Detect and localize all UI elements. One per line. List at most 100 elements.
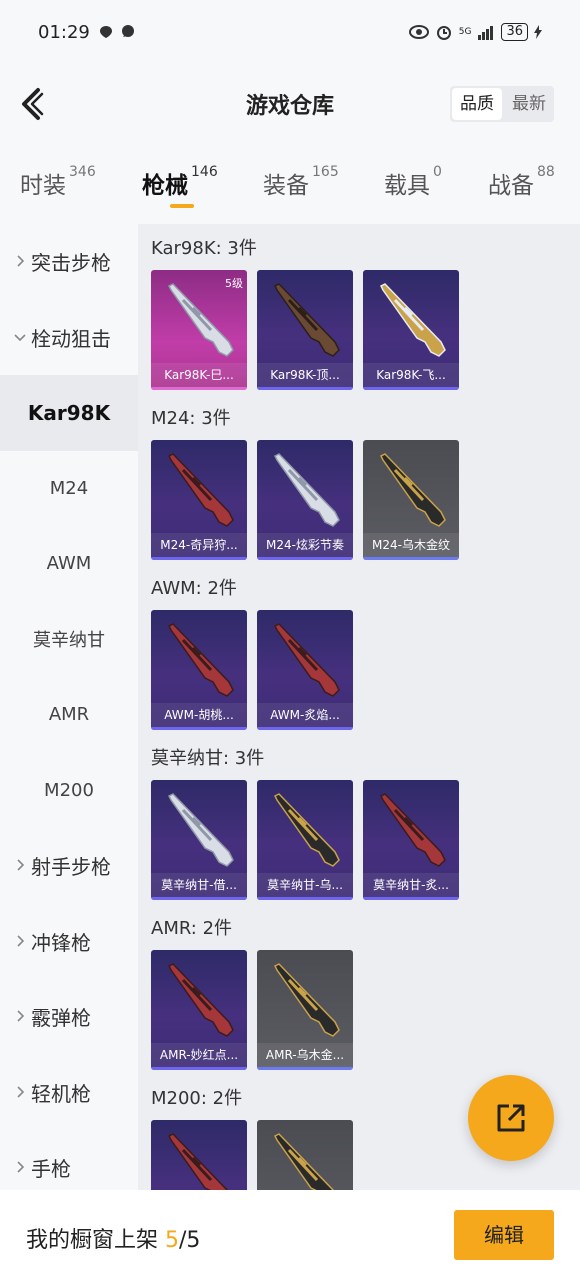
skin-name: M24-乌木金纹 (363, 533, 459, 557)
skin-name: 莫辛纳甘-乌... (257, 873, 353, 897)
skin-name: AWM-胡桃... (151, 703, 247, 727)
group-title: AWM: 2件 (151, 578, 237, 599)
skin-name: AMR-妙红点... (151, 1043, 247, 1067)
chevron-right-icon (14, 856, 26, 875)
sidebar-item[interactable]: 轻机枪 (0, 1055, 138, 1131)
skin-card[interactable]: AWM-炙焰... (257, 610, 353, 730)
sidebar-item[interactable]: 栓动狙击 (0, 300, 138, 376)
skin-name: 莫辛纳甘-借... (151, 873, 247, 897)
sidebar-item-label: 射手步枪 (31, 855, 111, 880)
rifle-icon (269, 450, 345, 530)
rarity-bar (257, 387, 353, 390)
group-title: Kar98K: 3件 (151, 238, 257, 259)
skin-group: AWM: 2件 AWM-胡桃... AWM-炙焰... (138, 564, 580, 730)
category-tabs: 时装346 枪械146 装备165 载具0 战备88 (0, 144, 580, 224)
sidebar-item[interactable]: 手枪 (0, 1130, 138, 1190)
skin-card[interactable]: 5级 Kar98K-巳... (151, 270, 247, 390)
skin-name: 莫辛纳甘-炙... (363, 873, 459, 897)
rifle-icon (375, 450, 451, 530)
skin-card[interactable]: 莫辛纳甘-乌... (257, 780, 353, 900)
tab-battle-gear[interactable]: 战备88 (488, 164, 555, 200)
sort-toggle: 品质 最新 (450, 86, 554, 122)
level-badge: 5级 (225, 277, 243, 290)
skin-card[interactable]: M24-乌木金纹 (363, 440, 459, 560)
chevron-right-icon (14, 1007, 26, 1026)
rifle-icon (163, 280, 239, 360)
shield-heart-icon (99, 26, 112, 38)
rifle-icon (163, 1130, 239, 1190)
rifle-icon (163, 960, 239, 1040)
sort-quality-button[interactable]: 品质 (452, 88, 502, 120)
sidebar-item[interactable]: M24 (0, 451, 138, 527)
tab-count: 165 (312, 164, 339, 180)
rifle-icon (269, 280, 345, 360)
sidebar-item[interactable]: 冲锋枪 (0, 904, 138, 980)
tab-vehicles[interactable]: 载具0 (384, 164, 442, 200)
card-row: AWM-胡桃... AWM-炙焰... (151, 610, 580, 730)
rifle-icon (163, 620, 239, 700)
skin-card[interactable]: Kar98K-飞... (363, 270, 459, 390)
skin-name: M24-炫彩节奏 (257, 533, 353, 557)
chevron-down-icon (14, 328, 26, 347)
skin-card[interactable]: 莫辛纳甘-借... (151, 780, 247, 900)
rifle-icon (269, 620, 345, 700)
rarity-bar (257, 1067, 353, 1070)
tab-equipment[interactable]: 装备165 (263, 164, 339, 200)
sort-newest-button[interactable]: 最新 (504, 86, 554, 122)
sidebar-item[interactable]: 射手步枪 (0, 828, 138, 904)
rarity-bar (363, 897, 459, 900)
sidebar-item[interactable]: AMR (0, 677, 138, 753)
tab-fashion[interactable]: 时装346 (20, 164, 96, 200)
skin-card[interactable]: M24-炫彩节奏 (257, 440, 353, 560)
skin-card[interactable]: AWM-胡桃... (151, 610, 247, 730)
sidebar-item-label: 轻机枪 (31, 1081, 91, 1106)
card-row: 5级 Kar98K-巳... Kar98K-顶... Kar98K-飞... (151, 270, 580, 390)
sidebar-item[interactable]: M200 (0, 753, 138, 829)
signal-icon (478, 26, 494, 40)
sidebar-item-label: 冲锋枪 (31, 930, 91, 955)
skin-name: AWM-炙焰... (257, 703, 353, 727)
rarity-bar (151, 897, 247, 900)
chevron-right-icon (14, 1083, 26, 1102)
tab-firearms[interactable]: 枪械146 (142, 164, 218, 200)
skin-card[interactable]: 莫辛纳甘-炙... (363, 780, 459, 900)
chevron-right-icon (14, 932, 26, 951)
rifle-icon (163, 790, 239, 870)
skin-card[interactable] (151, 1120, 247, 1190)
card-row: M24-奇异狩... M24-炫彩节奏 M24-乌木金纹 (151, 440, 580, 560)
sidebar-item[interactable]: 莫辛纳甘 (0, 602, 138, 678)
rarity-bar (151, 1067, 247, 1070)
rifle-icon (269, 960, 345, 1040)
edit-button[interactable]: 编辑 (454, 1210, 554, 1260)
card-row: 莫辛纳甘-借... 莫辛纳甘-乌... 莫辛纳甘-炙... (151, 780, 580, 900)
skin-name: M24-奇异狩... (151, 533, 247, 557)
skin-card[interactable]: AMR-乌木金... (257, 950, 353, 1070)
sidebar-item-label: M200 (44, 779, 94, 801)
sidebar-item[interactable]: 霰弹枪 (0, 979, 138, 1055)
skin-group: 莫辛纳甘: 3件 莫辛纳甘-借... 莫辛纳甘-乌... 莫辛纳甘-炙... (138, 734, 580, 900)
status-bar: 01:29 5G 36 (0, 0, 580, 64)
header: 游戏仓库 品质 最新 (0, 64, 580, 144)
sidebar-item[interactable]: AWM (0, 526, 138, 602)
rifle-icon (163, 450, 239, 530)
rarity-bar (363, 387, 459, 390)
sidebar: 突击步枪 栓动狙击 Kar98K M24 AWM 莫辛纳甘 AMR M200 射手步枪冲锋枪霰弹… (0, 224, 138, 1190)
skin-group: AMR: 2件 AMR-妙红点... AMR-乌木金... (138, 904, 580, 1070)
sidebar-item-label: Kar98K (27, 400, 111, 425)
skin-card[interactable]: M24-奇异狩... (151, 440, 247, 560)
skin-card[interactable]: AMR-妙红点... (151, 950, 247, 1070)
alarm-icon (436, 26, 451, 40)
share-button[interactable] (468, 1075, 554, 1161)
group-title: 莫辛纳甘: 3件 (151, 748, 265, 769)
sidebar-item[interactable]: 突击步枪 (0, 224, 138, 300)
skin-card[interactable]: Kar98K-顶... (257, 270, 353, 390)
rarity-bar (257, 897, 353, 900)
rifle-icon (269, 790, 345, 870)
card-row: AMR-妙红点... AMR-乌木金... (151, 950, 580, 1070)
sidebar-item[interactable]: Kar98K (0, 375, 138, 451)
showcase-total: /5 (179, 1228, 201, 1253)
rarity-bar (257, 727, 353, 730)
skin-card[interactable] (257, 1120, 353, 1190)
sidebar-item-label: M24 (49, 477, 89, 499)
network-label: 5G (458, 27, 472, 37)
